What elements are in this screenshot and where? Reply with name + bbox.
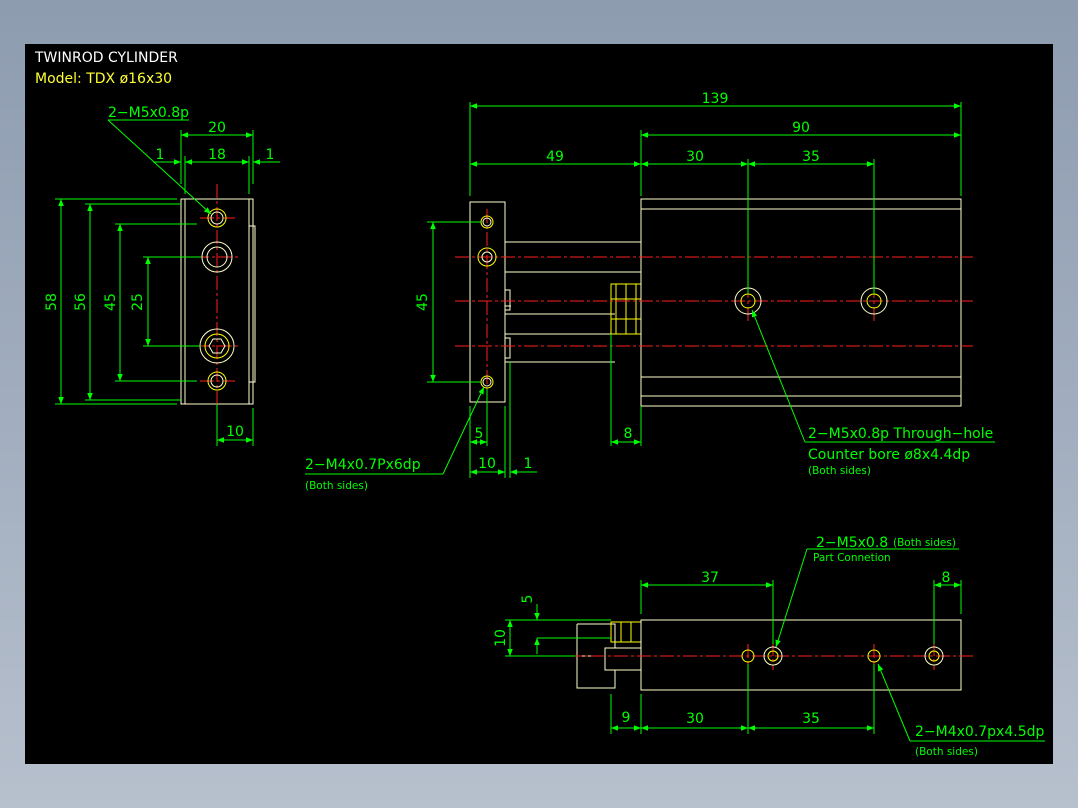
front-view: 139 90 49 30 35 45 5 10 1 8 2−M4x0.7Px6d… [305, 91, 995, 492]
dim-45-left: 45 [103, 293, 119, 311]
dim-30-front: 30 [686, 149, 704, 165]
cylinder-body [640, 198, 962, 407]
callout-tap-note: (Both sides) [915, 746, 978, 758]
dim-18: 18 [208, 147, 226, 163]
dim-1-front: 1 [524, 456, 533, 472]
callout-m4-front: 2−M4x0.7Px6dp [305, 457, 421, 473]
dim-25: 25 [130, 293, 146, 311]
dim-139: 139 [702, 91, 729, 107]
dim-56: 56 [73, 293, 89, 311]
dim-8-front: 8 [624, 426, 633, 442]
dim-35-bottom: 35 [802, 711, 820, 727]
dim-20: 20 [208, 120, 226, 136]
callout-through-note: (Both sides) [808, 465, 871, 477]
callout-port-note: (Both sides) [893, 537, 956, 549]
dim-90: 90 [792, 120, 810, 136]
callout-counterbore: Counter bore ø8x4.4dp [808, 447, 970, 463]
left-end-view: 20 18 1 1 2−M5x0.8p 58 56 45 25 10 [44, 105, 280, 446]
drawing-canvas[interactable]: TWINROD CYLINDER Model: TDX ø16x30 20 18 [25, 44, 1053, 764]
bottom-view: 37 8 5 10 9 30 35 2−M5x0.8 (Both sides) … [493, 535, 1045, 758]
dim-49: 49 [546, 149, 564, 165]
dim-10-front: 10 [478, 456, 496, 472]
dim-5-bottom: 5 [520, 595, 536, 604]
dim-gap-right: 1 [266, 147, 275, 163]
callout-port-sub: Part Connetion [813, 552, 891, 564]
callout-tap: 2−M4x0.7px4.5dp [915, 724, 1044, 740]
callout-through-hole: 2−M5x0.8p Through−hole [808, 426, 993, 442]
dim-10-left: 10 [226, 424, 244, 440]
callout-m4-front-note: (Both sides) [305, 480, 368, 492]
bottom-cylinder-body [640, 619, 962, 691]
dim-9: 9 [622, 710, 631, 726]
dim-45-front: 45 [415, 293, 431, 311]
dim-10-bottom: 10 [493, 629, 509, 647]
dim-5-front: 5 [475, 426, 484, 442]
drawing-title: TWINROD CYLINDER [34, 50, 178, 66]
dim-37: 37 [701, 570, 719, 586]
cad-viewport[interactable]: TWINROD CYLINDER Model: TDX ø16x30 20 18 [25, 44, 1053, 764]
callout-m5-left: 2−M5x0.8p [108, 105, 189, 121]
dim-58: 58 [44, 293, 60, 311]
dim-gap-left: 1 [156, 147, 165, 163]
model-label: Model: TDX ø16x30 [35, 71, 172, 87]
dim-8-bottom: 8 [942, 570, 951, 586]
dim-35-front: 35 [802, 149, 820, 165]
dim-30-bottom: 30 [686, 711, 704, 727]
callout-port: 2−M5x0.8 [816, 535, 888, 551]
